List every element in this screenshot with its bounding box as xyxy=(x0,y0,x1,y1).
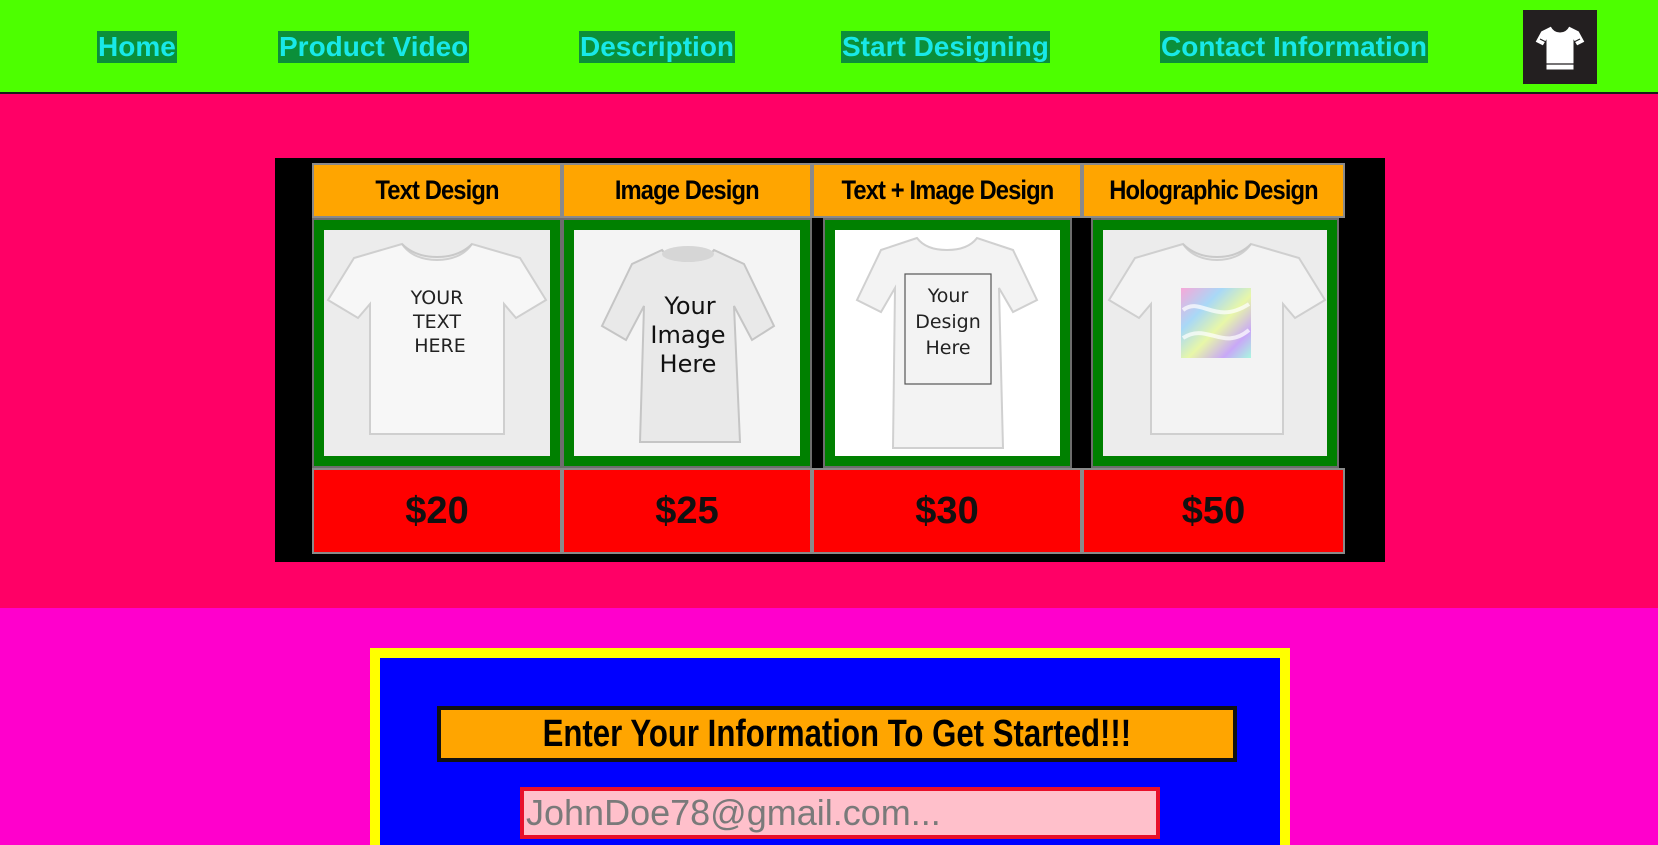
tshirt-icon xyxy=(1534,25,1586,71)
nav-link-product-video[interactable]: Product Video xyxy=(278,31,470,63)
tshirt-design-mockup[interactable]: Your Design Here xyxy=(835,230,1060,456)
tshirt-holographic-mockup[interactable] xyxy=(1103,230,1327,456)
nav-link-start-designing[interactable]: Start Designing xyxy=(841,31,1050,63)
svg-text:Image: Image xyxy=(650,321,725,349)
tshirt-text-mockup[interactable]: YOUR TEXT HERE xyxy=(324,230,550,456)
svg-text:Design: Design xyxy=(915,311,981,333)
svg-text:Here: Here xyxy=(925,337,970,359)
nav-link-contact-information[interactable]: Contact Information xyxy=(1160,31,1428,63)
logo[interactable] xyxy=(1523,10,1597,84)
signup-form: Enter Your Information To Get Started!!! xyxy=(380,658,1280,845)
top-nav: Home Product Video Description Start Des… xyxy=(0,0,1658,94)
tshirt-image-mockup[interactable]: Your Image Here xyxy=(574,230,800,456)
product-image-frame: Your Image Here xyxy=(562,218,812,468)
svg-text:Your: Your xyxy=(927,285,969,307)
column-header-text-image-design: Text + Image Design xyxy=(812,163,1082,218)
svg-text:HERE: HERE xyxy=(414,335,466,357)
product-image-frame xyxy=(1091,218,1339,468)
signup-form-border: Enter Your Information To Get Started!!! xyxy=(370,648,1290,845)
email-input[interactable] xyxy=(520,787,1160,839)
column-header-text-design: Text Design xyxy=(312,163,562,218)
price-text-image-design: $30 xyxy=(812,468,1082,554)
form-title: Enter Your Information To Get Started!!! xyxy=(437,706,1237,762)
product-image-frame: YOUR TEXT HERE xyxy=(312,218,562,468)
products-section: Text Design Image Design Text + Image De… xyxy=(0,94,1658,608)
product-image-frame: Your Design Here xyxy=(823,218,1072,468)
price-image-design: $25 xyxy=(562,468,812,554)
svg-text:TEXT: TEXT xyxy=(412,311,461,333)
price-holographic-design: $50 xyxy=(1082,468,1345,554)
pricing-table: Text Design Image Design Text + Image De… xyxy=(275,158,1385,562)
column-header-image-design: Image Design xyxy=(562,163,812,218)
nav-link-home[interactable]: Home xyxy=(97,31,177,63)
column-header-holographic-design: Holographic Design xyxy=(1082,163,1345,218)
svg-text:Here: Here xyxy=(660,350,717,378)
nav-link-description[interactable]: Description xyxy=(579,31,736,63)
price-text-design: $20 xyxy=(312,468,562,554)
svg-text:YOUR: YOUR xyxy=(410,287,464,309)
svg-text:Your: Your xyxy=(663,292,715,320)
